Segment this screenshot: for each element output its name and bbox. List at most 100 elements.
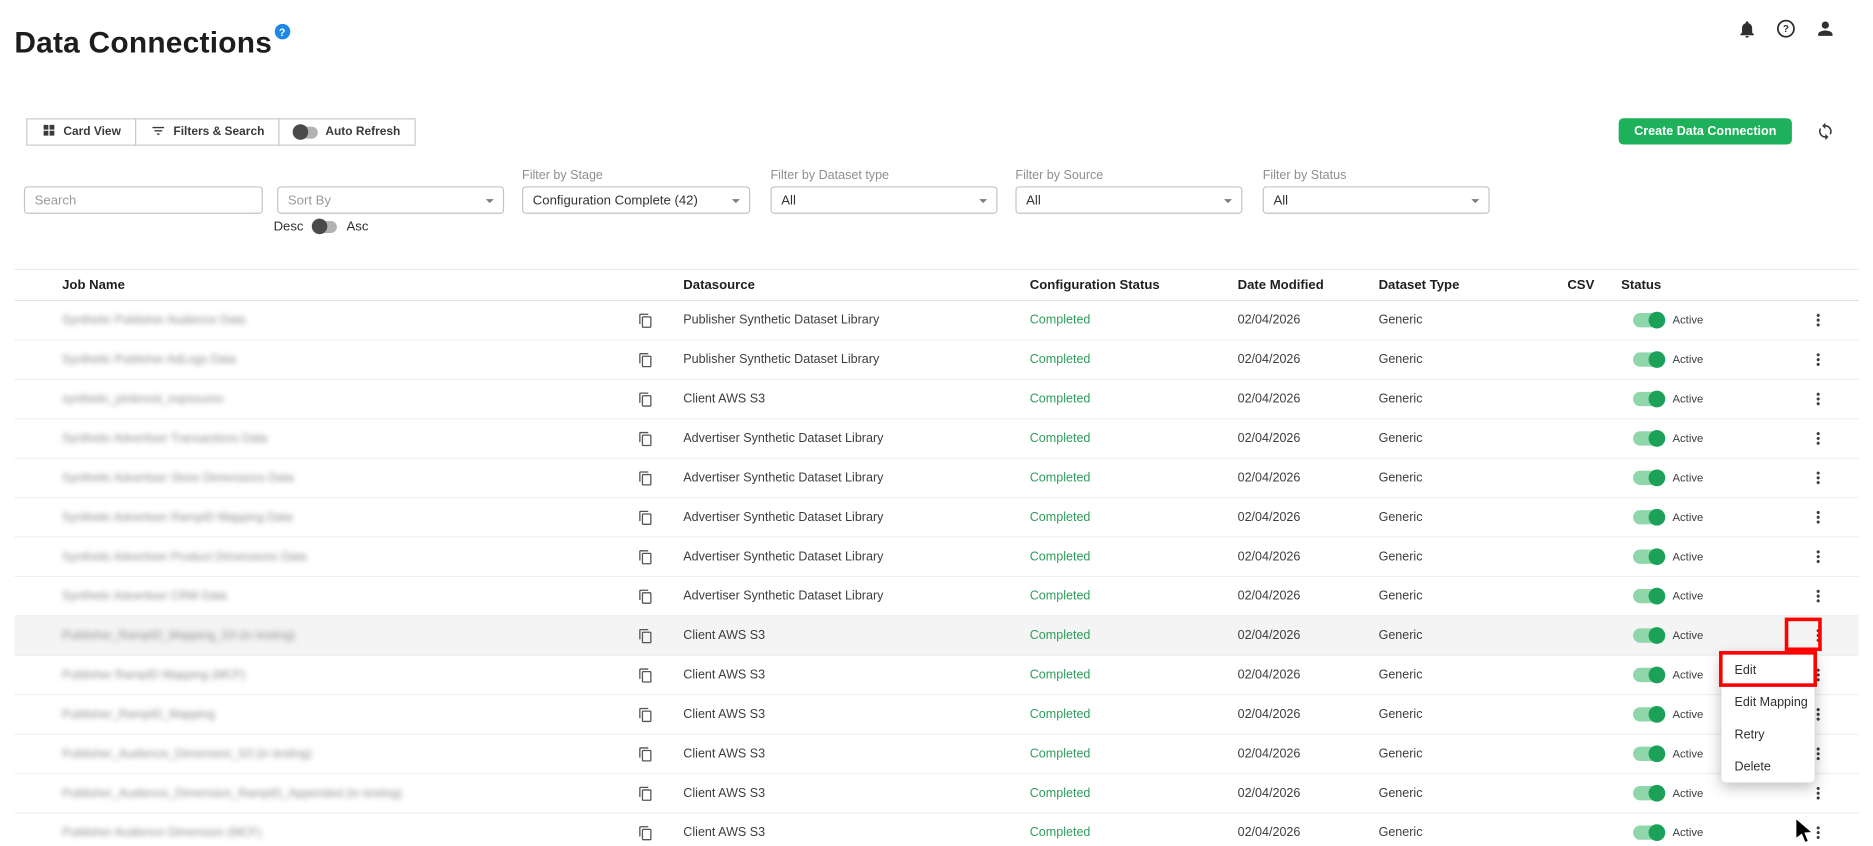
- row-menu-kebab-icon[interactable]: [1806, 584, 1830, 608]
- status-toggle[interactable]: [1633, 351, 1666, 368]
- sort-desc-label: Desc: [273, 219, 304, 235]
- row-menu-kebab-icon[interactable]: [1806, 505, 1830, 529]
- title-help-badge-icon[interactable]: ?: [274, 23, 290, 40]
- job-name: Publisher_RampID_Mapping_S3 (in testing): [62, 628, 296, 643]
- date-modified: 02/04/2026: [1237, 391, 1301, 407]
- copy-icon[interactable]: [636, 587, 655, 606]
- row-menu-kebab-icon[interactable]: [1806, 308, 1830, 332]
- auto-refresh-toggle[interactable]: [293, 123, 319, 140]
- job-name: Publisher Audience Dimension (MCF): [62, 826, 262, 840]
- dataset-type: Generic: [1378, 312, 1423, 328]
- chevron-down-icon: [974, 191, 993, 213]
- status-toggle[interactable]: [1633, 311, 1666, 329]
- status-toggle[interactable]: [1633, 508, 1666, 526]
- status-toggle[interactable]: [1633, 784, 1666, 802]
- copy-icon[interactable]: [636, 784, 655, 803]
- status-label: Active: [1672, 510, 1704, 524]
- column-header-status: Status: [1621, 277, 1662, 293]
- job-name: Publisher_Audience_Dimension_RampID_Appe…: [62, 786, 403, 800]
- toggle-knob: [1648, 390, 1666, 408]
- status-label: Active: [1672, 392, 1704, 406]
- context-menu-item-delete[interactable]: Delete: [1721, 750, 1814, 782]
- copy-icon[interactable]: [636, 350, 655, 369]
- card-view-button[interactable]: Card View: [26, 118, 137, 146]
- toggle-knob: [1648, 745, 1666, 763]
- row-menu-kebab-icon[interactable]: [1806, 348, 1830, 372]
- copy-icon[interactable]: [636, 705, 655, 724]
- row-menu-kebab-icon[interactable]: [1806, 781, 1830, 805]
- row-menu-kebab-icon[interactable]: [1806, 545, 1830, 569]
- context-menu: Edit Edit Mapping Retry Delete: [1721, 653, 1815, 783]
- row-menu-kebab-icon[interactable]: [1806, 387, 1830, 411]
- status-toggle[interactable]: [1633, 666, 1666, 684]
- status-toggle[interactable]: [1633, 390, 1666, 408]
- toggle-knob: [1648, 627, 1666, 644]
- table-row: Synthetic Publisher Audience Data Publis…: [14, 301, 1859, 341]
- job-name: Publisher RampID Mapping (MCF): [62, 668, 246, 682]
- account-person-icon[interactable]: [1813, 17, 1837, 41]
- filter-status-select[interactable]: All: [1262, 186, 1490, 214]
- sort-by-select[interactable]: Sort By: [277, 186, 505, 214]
- notifications-bell-icon[interactable]: [1735, 17, 1759, 41]
- row-menu-kebab-icon[interactable]: [1806, 426, 1830, 450]
- search-input[interactable]: [34, 187, 253, 213]
- copy-icon[interactable]: [636, 429, 655, 448]
- help-icon[interactable]: ?: [1774, 17, 1798, 41]
- datasource: Advertiser Synthetic Dataset Library: [683, 549, 884, 564]
- copy-icon[interactable]: [636, 744, 655, 763]
- date-modified: 02/04/2026: [1237, 470, 1301, 486]
- status-toggle[interactable]: [1633, 430, 1666, 447]
- status-label: Active: [1672, 550, 1704, 564]
- copy-icon[interactable]: [636, 547, 655, 566]
- table-row: Synthetic Advertiser Store Dimensions Da…: [14, 459, 1859, 499]
- dataset-type: Generic: [1378, 707, 1423, 722]
- table-row: Synthetic Advertiser CRM Data Advertiser…: [14, 577, 1859, 617]
- status-label: Active: [1672, 668, 1704, 682]
- copy-icon[interactable]: [636, 389, 655, 408]
- datasource: Client AWS S3: [683, 746, 766, 761]
- create-data-connection-button[interactable]: Create Data Connection: [1618, 118, 1792, 145]
- job-name: Synthetic Advertiser Product Dimensions …: [62, 550, 307, 564]
- status-toggle[interactable]: [1633, 824, 1666, 841]
- configuration-status: Completed: [1029, 825, 1091, 840]
- row-menu-kebab-icon[interactable]: [1806, 466, 1830, 490]
- status-toggle[interactable]: [1633, 548, 1666, 566]
- sort-direction-toggle[interactable]: [311, 218, 337, 235]
- copy-icon[interactable]: [636, 311, 655, 330]
- auto-refresh-label: Auto Refresh: [325, 125, 401, 139]
- context-menu-item-retry[interactable]: Retry: [1721, 718, 1814, 750]
- filter-source-select[interactable]: All: [1015, 186, 1243, 214]
- filter-dataset-type-select[interactable]: All: [770, 186, 998, 214]
- filter-stage-select[interactable]: Configuration Complete (42): [522, 186, 751, 214]
- sort-direction: Desc Asc: [273, 218, 369, 235]
- datasource: Client AWS S3: [683, 786, 766, 801]
- status-toggle[interactable]: [1633, 627, 1666, 644]
- configuration-status: Completed: [1029, 352, 1091, 367]
- context-menu-item-edit[interactable]: Edit: [1721, 653, 1814, 685]
- status-toggle[interactable]: [1633, 469, 1666, 487]
- copy-icon[interactable]: [636, 823, 655, 842]
- copy-icon[interactable]: [636, 626, 655, 645]
- copy-icon[interactable]: [636, 508, 655, 527]
- refresh-sync-icon[interactable]: [1813, 119, 1837, 143]
- svg-text:?: ?: [1783, 24, 1789, 35]
- sort-asc-label: Asc: [346, 219, 369, 235]
- card-view-label: Card View: [63, 125, 121, 139]
- status-toggle[interactable]: [1633, 745, 1666, 763]
- row-menu-kebab-icon[interactable]: [1806, 624, 1830, 648]
- filters-search-button[interactable]: Filters & Search: [135, 118, 280, 146]
- auto-refresh-button[interactable]: Auto Refresh: [278, 118, 416, 146]
- status-toggle[interactable]: [1633, 706, 1666, 723]
- status-toggle[interactable]: [1633, 587, 1666, 605]
- status-label: Active: [1672, 826, 1704, 840]
- status-cell: Active: [1621, 469, 1776, 487]
- table-row: Publisher_Audience_Dimension_S3 (in test…: [14, 735, 1859, 775]
- date-modified: 02/04/2026: [1237, 352, 1301, 367]
- dataset-type: Generic: [1378, 786, 1423, 801]
- context-menu-item-edit-mapping[interactable]: Edit Mapping: [1721, 686, 1814, 718]
- date-modified: 02/04/2026: [1237, 707, 1301, 722]
- date-modified: 02/04/2026: [1237, 825, 1301, 840]
- copy-icon[interactable]: [636, 665, 655, 684]
- toggle-knob: [1648, 351, 1666, 368]
- copy-icon[interactable]: [636, 468, 655, 487]
